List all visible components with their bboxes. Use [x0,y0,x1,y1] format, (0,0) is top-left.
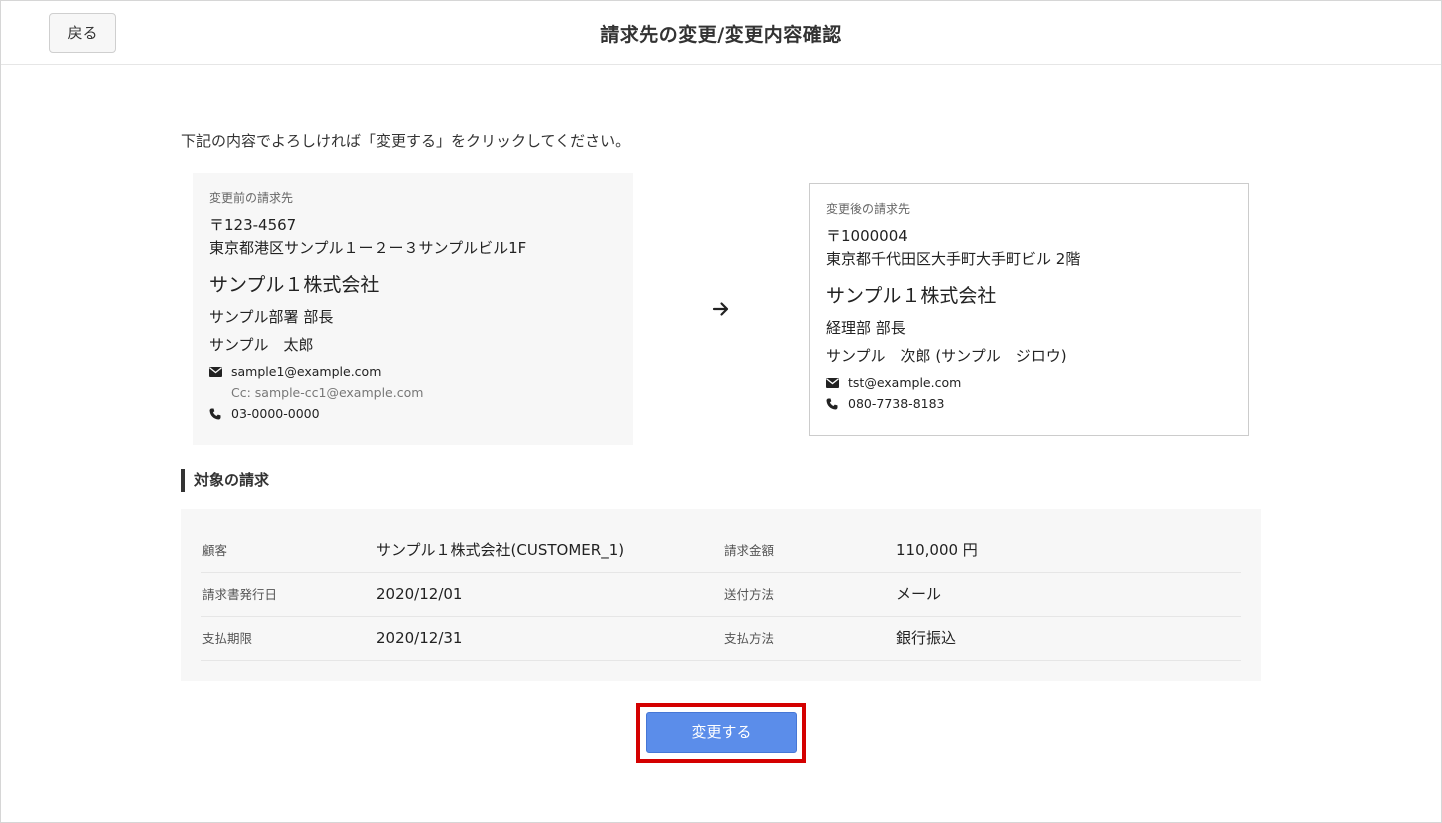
company-name: サンプル１株式会社 [826,285,997,307]
detail-label: 支払方法 [724,631,775,646]
email-text: sample1@example.com [231,364,382,379]
contact-person: サンプル 次郎 (サンプル ジロウ) [826,347,1067,365]
detail-value: サンプル１株式会社(CUSTOMER_1) [376,541,625,559]
email-row: tst@example.com [826,372,1232,393]
phone-icon [209,408,231,420]
arrow-right-icon [711,299,731,319]
detail-label: 支払期限 [202,631,253,646]
contact-person: サンプル 太郎 [209,336,314,354]
phone-text: 080-7738-8183 [848,396,945,411]
cc-email: Cc: sample-cc1@example.com [231,385,424,400]
detail-label: 請求書発行日 [202,587,278,602]
detail-value: 2020/12/31 [376,629,463,647]
envelope-icon [209,366,231,377]
phone-row: 03-0000-0000 [209,403,617,424]
page-title: 請求先の変更/変更内容確認 [600,24,842,46]
billing-before-card: 変更前の請求先 〒123-4567 東京都港区サンプル１ー２ー３サンプルビル1F… [193,173,633,445]
detail-value: 110,000 円 [896,541,978,559]
card-label: 変更後の請求先 [826,202,911,216]
invoice-details: 顧客 サンプル１株式会社(CUSTOMER_1) 請求金額 110,000 円 … [181,509,1261,681]
card-label: 変更前の請求先 [209,191,294,205]
department: サンプル部署 部長 [209,308,334,326]
instruction-text: 下記の内容でよろしければ「変更する」をクリックしてください。 [181,132,631,150]
postal-code: 〒1000004 [826,227,908,245]
detail-value: 2020/12/01 [376,585,463,603]
billing-after-card: 変更後の請求先 〒1000004 東京都千代田区大手町大手町ビル 2階 サンプル… [809,183,1249,436]
email-text: tst@example.com [848,375,962,390]
postal-code: 〒123-4567 [209,216,297,234]
detail-row: 請求書発行日 2020/12/01 送付方法 メール [201,573,1241,617]
department: 経理部 部長 [826,319,906,337]
section-heading: 対象の請求 [181,469,269,492]
phone-row: 080-7738-8183 [826,393,1232,414]
email-row: sample1@example.com [209,361,617,382]
envelope-icon [826,377,848,388]
address: 東京都千代田区大手町大手町ビル 2階 [826,250,1081,268]
detail-value: メール [896,585,942,603]
detail-label: 顧客 [202,543,228,558]
detail-label: 請求金額 [724,543,775,558]
detail-value: 銀行振込 [896,629,957,647]
address: 東京都港区サンプル１ー２ー３サンプルビル1F [209,239,527,257]
detail-row: 顧客 サンプル１株式会社(CUSTOMER_1) 請求金額 110,000 円 [201,529,1241,573]
detail-label: 送付方法 [724,587,775,602]
detail-row: 支払期限 2020/12/31 支払方法 銀行振込 [201,617,1241,661]
phone-icon [826,398,848,410]
phone-text: 03-0000-0000 [231,406,320,421]
company-name: サンプル１株式会社 [209,274,380,296]
header: 戻る 請求先の変更/変更内容確認 [1,1,1441,65]
submit-change-button[interactable]: 変更する [646,712,797,753]
